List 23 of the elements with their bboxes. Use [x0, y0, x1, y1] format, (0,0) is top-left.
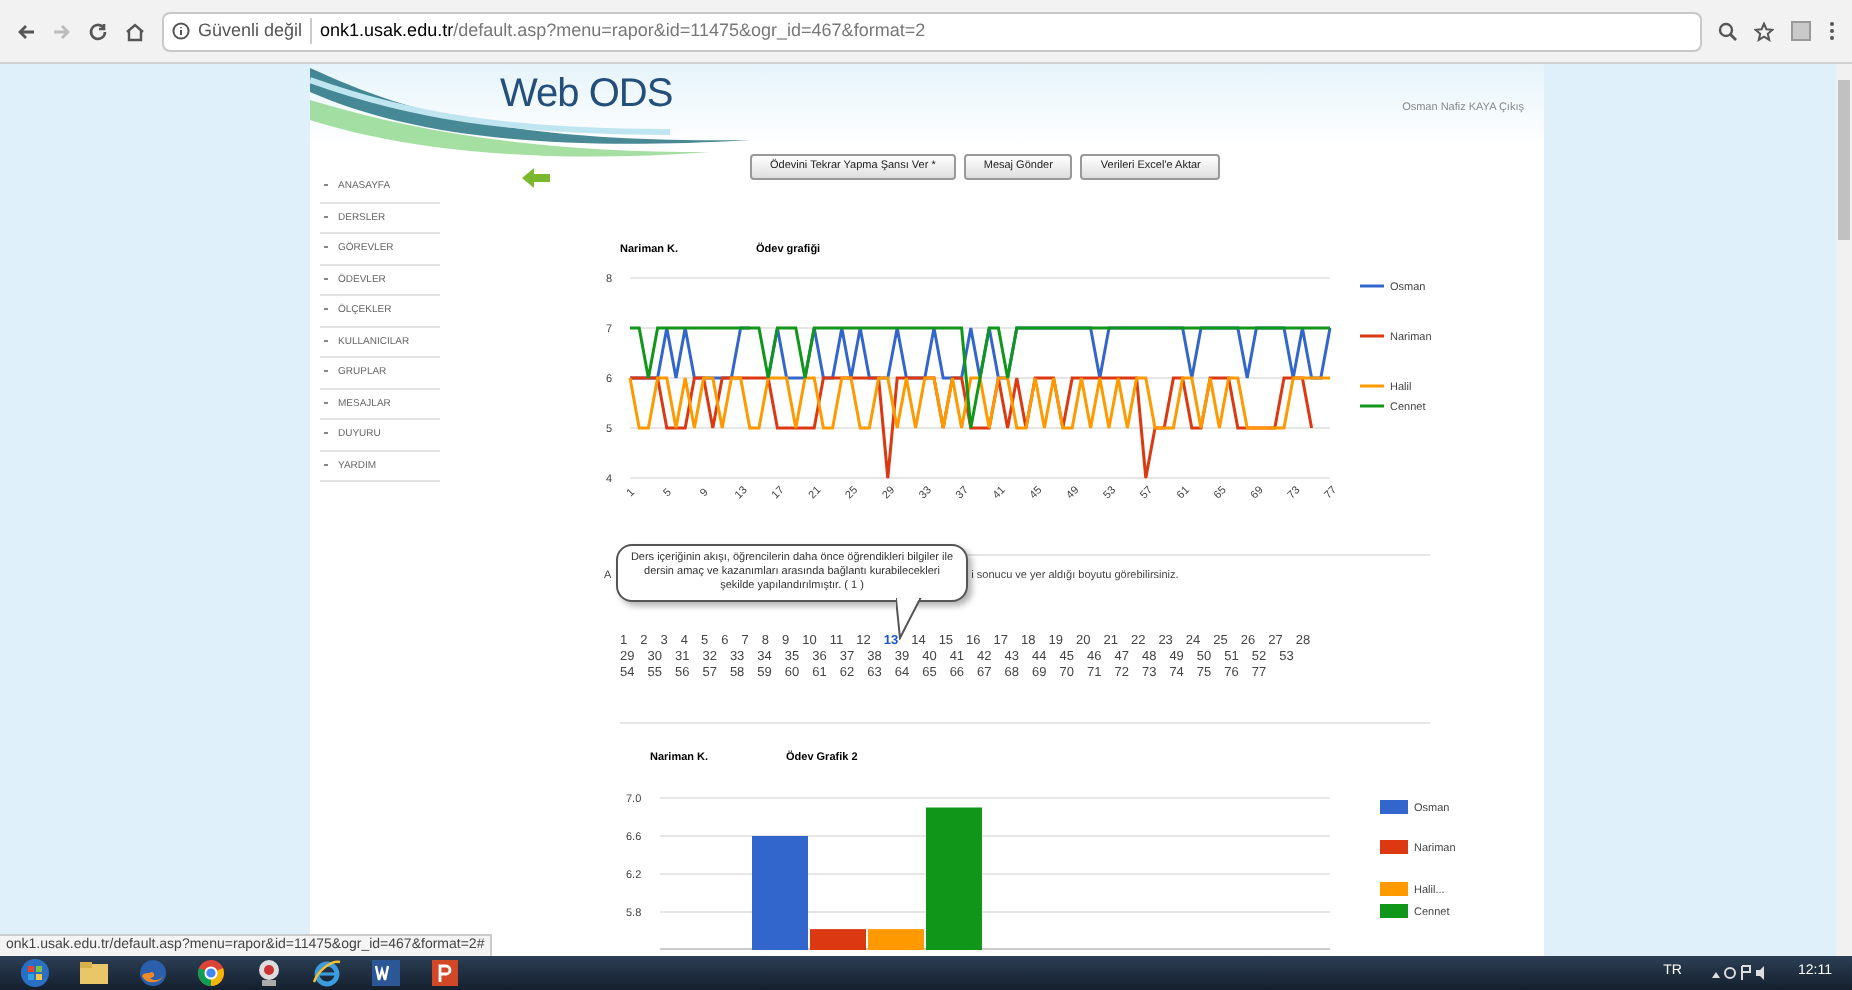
site-logo[interactable]: Web ODS — [500, 70, 673, 118]
url-text: onk1.usak.edu.tr/default.asp?menu=rapor&id=11475&ogr_id=467&format=2 — [320, 17, 926, 44]
tooltip-tail-icon — [896, 598, 924, 640]
home-icon[interactable] — [124, 21, 146, 41]
app-icon[interactable] — [254, 958, 284, 988]
info-icon — [172, 22, 190, 40]
back-icon[interactable] — [16, 21, 36, 41]
internet-explorer-icon[interactable] — [312, 958, 342, 988]
star-icon[interactable] — [1754, 21, 1774, 41]
menu-icon[interactable] — [1828, 20, 1836, 42]
extension-icon[interactable] — [1790, 20, 1812, 42]
firefox-icon[interactable] — [138, 958, 168, 988]
start-orb-icon[interactable] — [20, 958, 50, 988]
chrome-icon[interactable] — [196, 958, 226, 988]
reload-icon[interactable] — [88, 21, 108, 41]
tray-icon[interactable] — [1710, 964, 1770, 982]
powerpoint-icon[interactable] — [430, 958, 460, 988]
word-icon[interactable] — [370, 958, 402, 988]
address-bar[interactable]: Güvenli değil onk1.usak.edu.tr/default.asp?menu=rapor&id=11475&ogr_id=467&format=2 — [162, 11, 1702, 51]
scrollbar[interactable] — [1836, 64, 1852, 956]
zoom-icon[interactable] — [1718, 21, 1738, 41]
security-label: Güvenli değil — [198, 17, 313, 45]
folder-icon[interactable] — [78, 960, 110, 986]
